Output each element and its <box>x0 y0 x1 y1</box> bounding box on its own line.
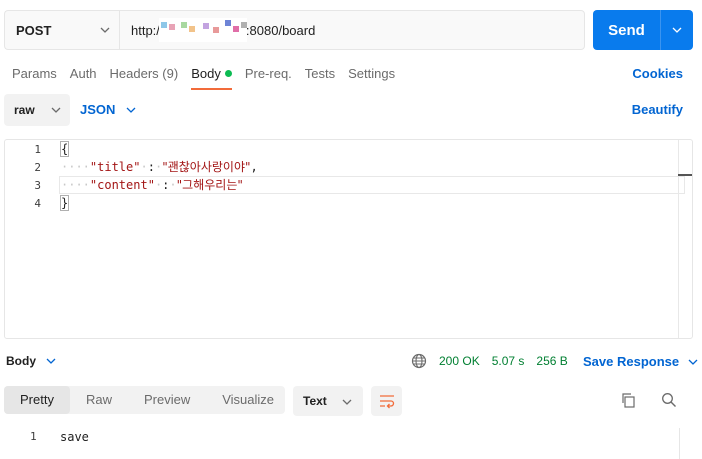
send-options-button[interactable] <box>661 24 693 36</box>
response-meta: 200 OK 5.07 s 256 B <box>411 352 568 370</box>
beautify-link[interactable]: Beautify <box>632 102 683 117</box>
response-section-select[interactable]: Body <box>6 354 57 368</box>
chevron-down-icon <box>672 27 682 33</box>
response-content: save <box>60 430 89 444</box>
tab-pretty[interactable]: Pretty <box>4 386 70 414</box>
tab-visualize[interactable]: Visualize <box>206 386 290 414</box>
tab-body[interactable]: Body <box>191 64 232 90</box>
line-gutter: 1 2 3 4 <box>5 140 55 338</box>
response-line-number: 1 <box>30 430 37 443</box>
chevron-down-icon <box>126 107 136 113</box>
editor-scrollbar[interactable] <box>678 140 692 338</box>
body-indicator-dot <box>224 70 232 77</box>
language-select[interactable]: JSON <box>80 102 137 117</box>
chevron-down-icon <box>51 107 61 113</box>
wrap-lines-icon <box>379 395 394 409</box>
tab-label: Settings <box>348 66 396 81</box>
colon: : <box>147 160 155 174</box>
send-label: Send <box>608 21 645 39</box>
code-line-4: } <box>59 194 70 212</box>
chevron-down-icon <box>688 359 698 365</box>
response-format-select[interactable]: Text <box>293 386 363 416</box>
tab-label: Headers (9) <box>109 66 179 81</box>
save-response-button[interactable]: Save Response <box>583 354 699 369</box>
json-value: "괜찮아사랑이야" <box>162 160 251 174</box>
response-size[interactable]: 256 B <box>536 354 567 368</box>
save-response-label: Save Response <box>583 354 680 369</box>
chevron-down-icon <box>342 399 352 405</box>
request-body-editor[interactable]: 1 2 3 4 { ····"title"·:·"괜찮아사랑이야", ····"… <box>4 139 693 339</box>
response-format-label: Text <box>303 394 327 408</box>
cookies-link[interactable]: Cookies <box>632 66 683 81</box>
line-number: 4 <box>34 197 41 210</box>
tab-pre-request[interactable]: Pre-req. <box>245 64 292 88</box>
copy-icon[interactable] <box>620 392 636 408</box>
tab-settings[interactable]: Settings <box>348 64 395 88</box>
language-label: JSON <box>80 102 116 117</box>
json-key: "title" <box>89 160 141 174</box>
line-number: 3 <box>34 179 41 192</box>
url-input[interactable]: http:/ :8080/board <box>119 10 585 50</box>
line-number: 1 <box>34 143 41 156</box>
response-scrollbar[interactable] <box>679 428 693 459</box>
code-line-3: ····"content"·:·"그해우리는" <box>61 178 243 192</box>
tab-label: Body <box>191 66 221 81</box>
close-brace: } <box>59 195 70 211</box>
line-number: 2 <box>34 161 41 174</box>
body-mode-label: raw <box>14 103 35 117</box>
code-line-1: { <box>59 140 70 158</box>
tab-label: Tests <box>304 66 336 81</box>
tab-label: Params <box>12 66 57 81</box>
response-view-tabs: Pretty Raw Preview Visualize <box>4 386 285 414</box>
tab-auth[interactable]: Auth <box>70 64 97 88</box>
send-button[interactable]: Send <box>593 10 693 50</box>
comma: , <box>250 160 258 174</box>
response-time[interactable]: 5.07 s <box>492 354 525 368</box>
chevron-down-icon <box>100 27 110 33</box>
json-value: "그해우리는" <box>176 178 243 192</box>
tab-headers[interactable]: Headers (9) <box>110 64 179 88</box>
tab-label: Auth <box>69 66 97 81</box>
tab-label: Pre-req. <box>244 66 292 81</box>
request-tabs: Params Auth Headers (9) Body Pre-req. Te… <box>12 64 408 92</box>
open-brace: { <box>59 141 70 157</box>
tab-preview[interactable]: Preview <box>128 386 206 414</box>
chevron-down-icon <box>46 358 56 364</box>
request-url-bar: POST http:/ :8080/board Send <box>4 10 697 50</box>
tab-tests[interactable]: Tests <box>305 64 335 88</box>
method-select[interactable]: POST <box>4 10 119 50</box>
redacted-host <box>158 18 247 42</box>
url-prefix: http:/ <box>131 22 160 38</box>
wrap-lines-button[interactable] <box>371 386 402 416</box>
code-line-2: ····"title"·:·"괜찮아사랑이야", <box>61 160 258 174</box>
body-mode-select[interactable]: raw <box>4 94 70 126</box>
tab-raw[interactable]: Raw <box>70 386 128 414</box>
response-body-label: Body <box>6 354 36 368</box>
status-code[interactable]: 200 OK <box>439 354 480 368</box>
tab-params[interactable]: Params <box>12 64 57 88</box>
scroll-cursor-marker <box>678 174 692 176</box>
url-suffix: :8080/board <box>245 22 316 38</box>
method-label: POST <box>16 22 52 38</box>
globe-icon[interactable] <box>411 353 427 369</box>
json-key: "content" <box>89 178 155 192</box>
search-icon[interactable] <box>661 392 677 408</box>
